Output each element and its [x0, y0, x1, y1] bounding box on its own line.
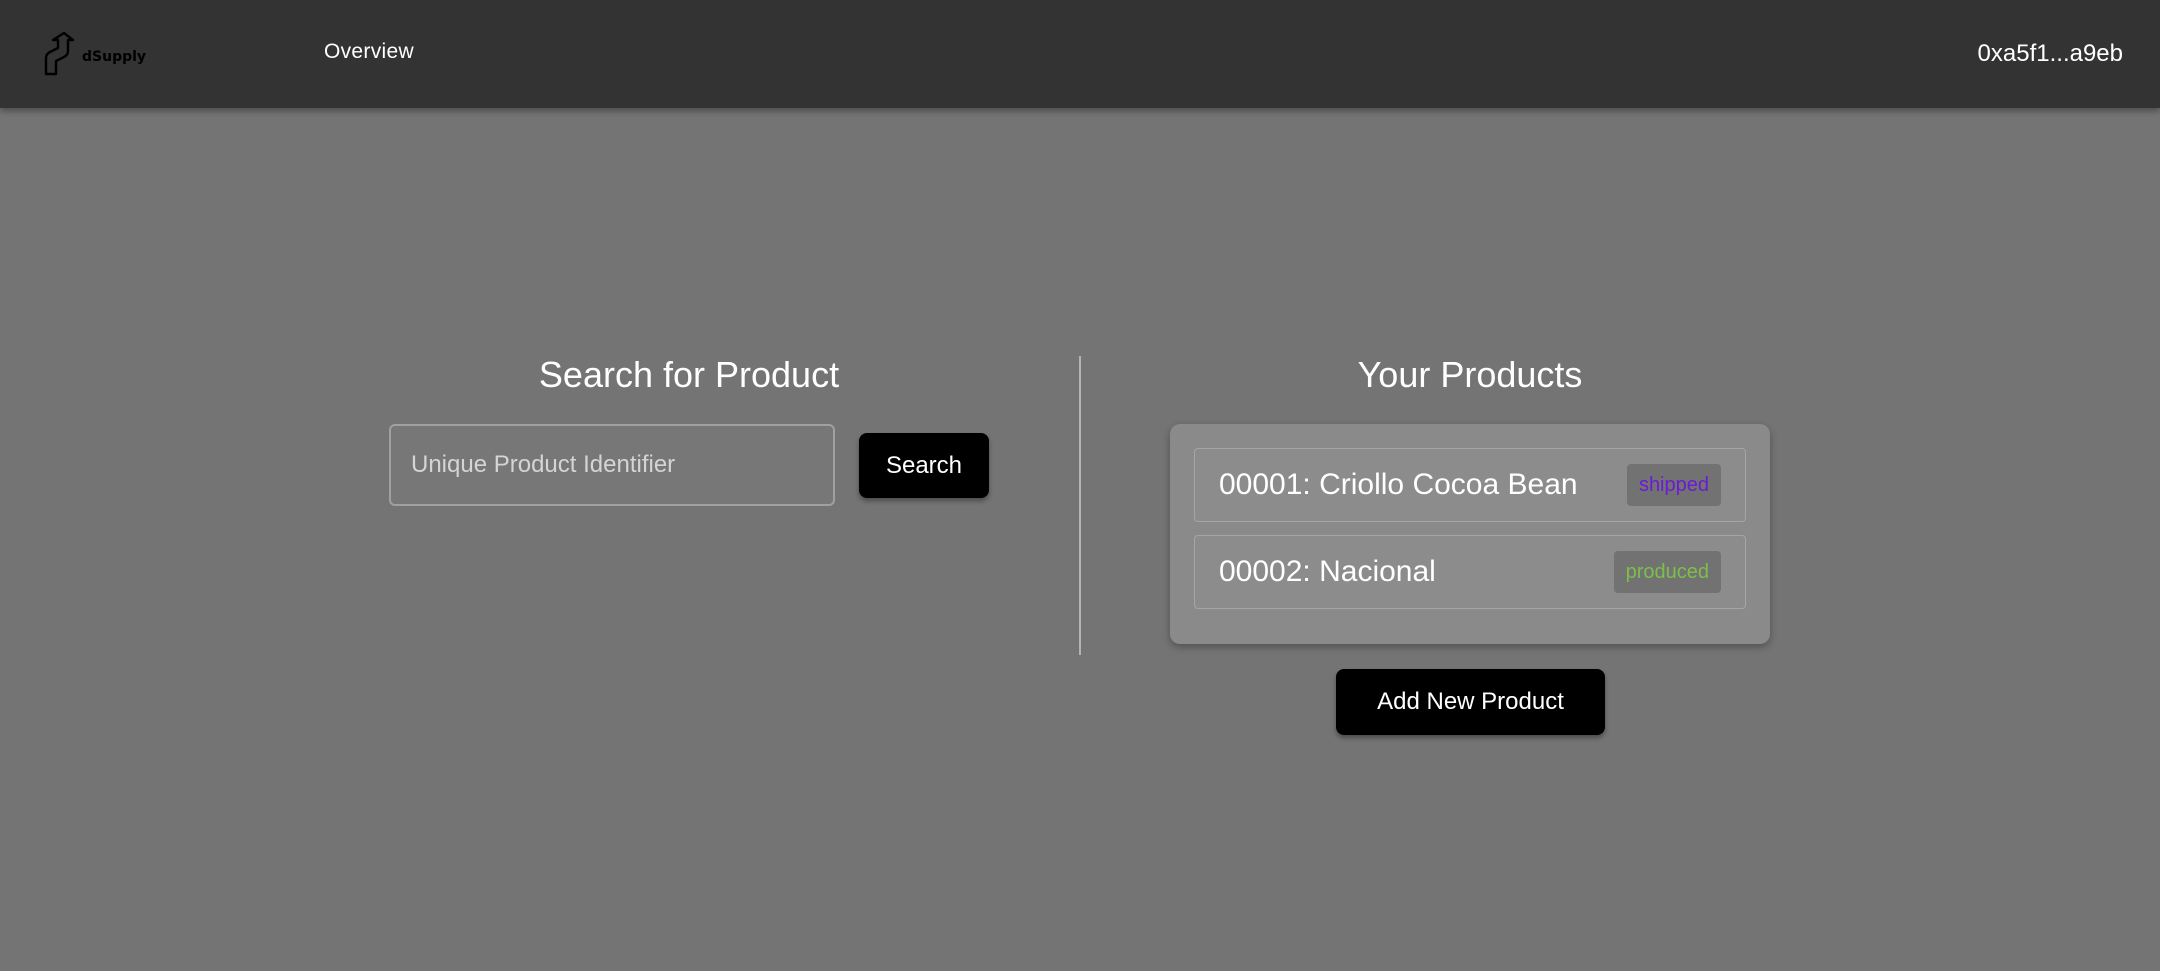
status-badge: shipped [1626, 464, 1721, 506]
search-button[interactable]: Search [859, 433, 989, 498]
nav-overview-link[interactable]: Overview [324, 40, 414, 64]
your-products-title: Your Products [1357, 354, 1583, 395]
top-navigation-bar: dSupply Overview 0xa5f1...a9eb [0, 0, 2160, 108]
logo-text: dSupply [82, 49, 147, 65]
product-list-item[interactable]: 00001: Criollo Cocoa Bean shipped [1194, 448, 1746, 522]
upward-arrow-logo-icon [42, 32, 78, 76]
status-badge: produced [1613, 551, 1721, 593]
search-section-title: Search for Product [538, 354, 840, 395]
section-divider [1079, 356, 1081, 655]
product-label: 00001: Criollo Cocoa Bean [1219, 468, 1578, 501]
product-label: 00002: Nacional [1219, 555, 1436, 588]
add-new-product-button[interactable]: Add New Product [1336, 669, 1605, 735]
product-list-item[interactable]: 00002: Nacional produced [1194, 535, 1746, 609]
account-address[interactable]: 0xa5f1...a9eb [1978, 40, 2123, 68]
products-list-card: 00001: Criollo Cocoa Bean shipped 00002:… [1170, 424, 1770, 644]
product-identifier-search-input[interactable] [389, 424, 835, 506]
app-logo[interactable]: dSupply [42, 32, 146, 76]
